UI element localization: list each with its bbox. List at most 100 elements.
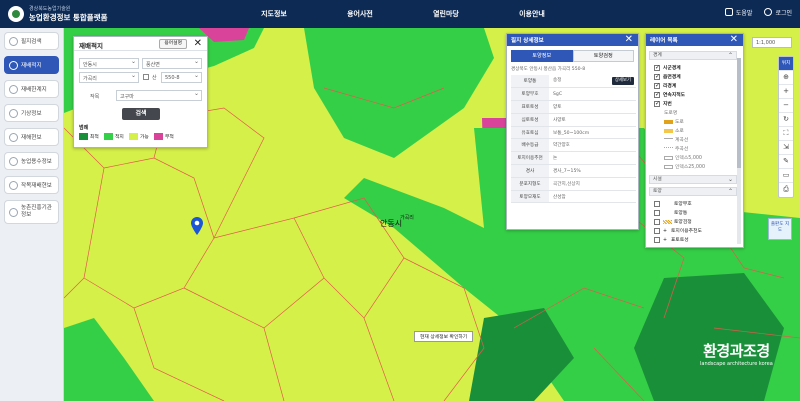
soil-table: 토양통 송정 상세보기 토양부호 SgC 표토토성 양토 심토토성 사양토 유효토심 보통_…	[511, 75, 636, 204]
checkbox[interactable]	[654, 82, 660, 89]
city-select[interactable]: 안동시	[79, 58, 139, 69]
layer-item[interactable]: 인덱스5,000	[664, 154, 702, 161]
layer-item[interactable]: 시군경계	[654, 64, 681, 71]
crop-select[interactable]: 고구마	[116, 90, 202, 101]
lot-number-input[interactable]: 550-8	[161, 72, 202, 83]
nav-glossary[interactable]: 용어사전	[330, 9, 390, 19]
refresh-icon[interactable]: ↻	[779, 113, 793, 127]
crosshair-icon[interactable]: ⊕	[779, 71, 793, 85]
layer-item[interactable]: 인덱스25,000	[664, 163, 705, 170]
close-icon[interactable]: ✕	[625, 35, 633, 45]
panel-title: 레이어 목록	[646, 34, 743, 46]
map-tool-strip: 위치 ⊕ + − ↻ ⛶ ⇲ ✎ ▭ ⎙	[778, 56, 794, 198]
measure-area-icon[interactable]: ▭	[779, 169, 793, 183]
crop-icon	[9, 180, 18, 190]
town-select[interactable]: 풍산면	[142, 58, 202, 69]
nav-map-info[interactable]: 지도정보	[244, 9, 304, 19]
layer-item[interactable]: 도로명	[664, 109, 677, 116]
layer-item[interactable]: 도로	[664, 118, 684, 125]
location-pin-icon[interactable]	[191, 217, 203, 235]
layer-item[interactable]: 읍면경계	[654, 73, 681, 80]
layer-item[interactable]: + 토지이용추천도	[654, 227, 702, 234]
warning-icon	[9, 132, 18, 142]
mountain-checkbox[interactable]	[143, 74, 149, 80]
layer-item[interactable]: 소로	[664, 127, 684, 134]
chevron-down-icon: ⌄	[727, 176, 733, 183]
search-icon	[9, 36, 18, 46]
layer-group-facility[interactable]: 시설 ⌄	[649, 175, 737, 184]
layer-group-soil[interactable]: 토양 ⌃	[649, 187, 737, 196]
checkbox[interactable]	[654, 100, 660, 107]
legend-item-unsuitable: 부적	[154, 133, 174, 140]
scale-select[interactable]: 1:1,000	[752, 37, 792, 48]
overview-map-button[interactable]: 출판도 지도	[768, 218, 792, 240]
parcel-info-check-button[interactable]: 현재 상세정보 확인하기	[414, 331, 474, 342]
glossary-button[interactable]: 용어설명	[159, 39, 187, 49]
legend-item-optimal: 최적	[79, 133, 99, 140]
layer-item[interactable]: 토양검정	[654, 218, 692, 225]
brand[interactable]: 경상북도농업기술원 농업환경정보 통합플랫폼	[0, 6, 230, 23]
brand-title: 농업환경정보 통합플랫폼	[29, 12, 108, 22]
sidebar-item-crop-status[interactable]: 작목재배현보	[4, 176, 59, 194]
tab-soil-info[interactable]: 토양정보	[511, 50, 573, 62]
checkbox[interactable]	[654, 218, 660, 225]
building-icon	[9, 207, 18, 217]
target-icon	[9, 60, 18, 70]
layer-item[interactable]: 계곡선	[664, 136, 688, 143]
layer-group-boundary[interactable]: 경계 ⌃	[649, 51, 737, 60]
layer-item[interactable]: 리경계	[654, 82, 676, 89]
fullscreen-icon[interactable]: ⛶	[779, 127, 793, 141]
detail-button[interactable]: 상세보기	[611, 77, 634, 86]
login-link[interactable]: 로그인	[764, 8, 792, 17]
checkbox[interactable]	[654, 200, 660, 207]
panel-title: 재배적지	[74, 37, 207, 51]
cloud-icon	[9, 108, 18, 118]
table-row: 배수등급 약간양호	[511, 138, 636, 153]
checkbox[interactable]	[654, 227, 660, 234]
measure-distance-icon[interactable]: ⇲	[779, 141, 793, 155]
layer-item[interactable]: 토양부호	[654, 200, 692, 207]
sidebar-item-disaster[interactable]: 재해현보	[4, 128, 59, 146]
checkbox[interactable]	[654, 91, 660, 98]
map-icon	[9, 84, 18, 94]
checkbox[interactable]	[654, 64, 660, 71]
help-link[interactable]: 도움말	[724, 8, 752, 17]
sidebar-item-parcel-search[interactable]: 필지검색	[4, 32, 59, 50]
layer-item[interactable]: 연속지적도	[654, 91, 685, 98]
tab-soil-test[interactable]: 토양검정	[572, 50, 634, 62]
panel-title: 필지 상세정보	[507, 34, 638, 46]
close-icon[interactable]: ✕	[730, 35, 738, 45]
nav-usage-guide[interactable]: 이용안내	[502, 9, 562, 19]
sidebar-item-suitable-land[interactable]: 재배적지	[4, 56, 59, 74]
scrollbar[interactable]	[737, 58, 741, 244]
sidebar-item-weather[interactable]: 기상정보	[4, 104, 59, 122]
nav-open-forum[interactable]: 열린마당	[416, 9, 476, 19]
brand-logo	[8, 6, 24, 22]
draw-icon[interactable]: ✎	[779, 155, 793, 169]
sidebar-item-water[interactable]: 농업용수정보	[4, 152, 59, 170]
checkbox[interactable]	[654, 209, 660, 216]
layer-item[interactable]: 주곡선	[664, 145, 688, 152]
layer-item[interactable]: 토양통	[654, 209, 687, 216]
sidebar-item-agencies[interactable]: 농촌진흥기관 정보	[4, 200, 59, 224]
close-icon[interactable]: ✕	[194, 39, 202, 49]
table-row: 경사 경사_7~15%	[511, 164, 636, 178]
top-nav-bar: 경상북도농업기술원 농업환경정보 통합플랫폼 지도정보 용어사전 열린마당 이용…	[0, 0, 800, 28]
table-row: 토양모재도 산성암	[511, 190, 636, 204]
mountain-label: 산	[152, 75, 157, 81]
legend-item-suitable: 적지	[104, 133, 124, 140]
sidebar-item-limit-land[interactable]: 재배한계지	[4, 80, 59, 98]
map-village-label: 가곡리	[400, 215, 414, 221]
layer-item[interactable]: + 표토토성	[654, 236, 689, 243]
my-location-button[interactable]: 위치	[779, 57, 793, 71]
checkbox[interactable]	[654, 73, 660, 80]
water-icon	[9, 156, 18, 166]
print-icon[interactable]: ⎙	[779, 183, 793, 197]
checkbox[interactable]	[654, 236, 660, 243]
table-row: 분포지형도 곡간지,선상지	[511, 177, 636, 191]
zoom-in-icon[interactable]: +	[779, 85, 793, 99]
search-button[interactable]: 검색	[122, 108, 160, 120]
village-select[interactable]: 가곡리	[79, 72, 139, 83]
layer-item[interactable]: 지번	[654, 100, 672, 107]
zoom-out-icon[interactable]: −	[779, 99, 793, 113]
